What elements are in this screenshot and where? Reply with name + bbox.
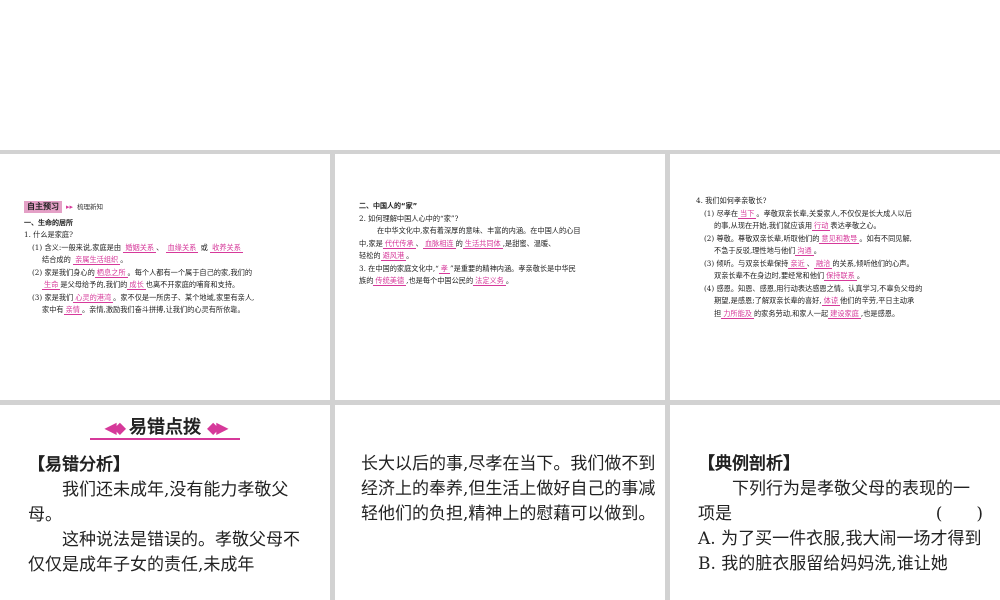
- answer-blank: 血缘关系: [165, 242, 199, 253]
- option-b: B. 我的脏衣服留给妈妈洗,谁让她: [698, 554, 948, 574]
- text-line: 生命 是父母给予的,我们的 成长 也离不开家庭的哺育和支持。: [42, 280, 240, 290]
- text-line: 担力所能及 的家务劳动,和家人一起 建设家庭 ,也是感恩。: [714, 308, 900, 319]
- text-line: (3) 倾听。与双亲长辈保持 亲近、融洽 的关系,倾听他们的心声。: [704, 258, 914, 269]
- answer-blank: 栖息之所: [94, 267, 128, 278]
- answer-blank: 亲近: [788, 258, 807, 269]
- preview-tag: 自主预习: [24, 201, 62, 214]
- answer-blank: 传统美德: [373, 276, 407, 286]
- answer-blank: 融洽: [813, 258, 833, 269]
- section-heading: 【易错分析】: [28, 455, 130, 475]
- text-line: 族的 传统美德 ,也是每个中国公民的 法定义务。: [359, 276, 514, 286]
- answer-blank: 力所能及: [721, 308, 754, 319]
- ribbon-banner: ◀◆ 易错点拨 ◆▶: [90, 414, 240, 440]
- question: 3. 在中国的家庭文化中,“ 孝 ”是重要的精神内涵。孝亲敬长是中华民: [359, 263, 576, 274]
- text-line: (2) 家是我们身心的 栖息之所 。每个人都有一个属于自己的家,我们的: [32, 267, 253, 278]
- answer-blank: 收养关系: [210, 242, 243, 253]
- question: 4. 我们如何孝亲敬长?: [696, 196, 767, 205]
- answer-blank: 保持联系: [824, 271, 857, 281]
- paragraph: 我们还未成年,没有能力孝敬父母。: [28, 480, 289, 525]
- option-a: A. 为了买一件衣服,我大闹一场才得到: [698, 529, 982, 549]
- answer-blank: 建设家庭: [828, 308, 861, 319]
- ribbon-underline: [90, 438, 240, 440]
- paragraph: 长大以后的事,尽孝在当下。我们做不到经济上的奉养,但生活上做好自己的事减轻他们的…: [361, 454, 656, 524]
- section-heading: 【典例剖析】: [698, 454, 800, 474]
- double-arrow-icon: ▸▸: [66, 203, 74, 211]
- answer-paren: ( ): [935, 504, 983, 524]
- answer-blank: 心灵的港湾: [73, 292, 114, 303]
- panel-preview-family: 自主预习 ▸▸ 梳理新知 一、生命的居所 1. 什么是家庭? (1) 含义:一般…: [0, 154, 330, 400]
- panel-example-analysis: 【典例剖析】 下列行为是孝敬父母的表现的一项是 ( ) A. 为了买一件衣服,我…: [670, 405, 1000, 600]
- panel-chinese-home: 二、中国人的“家” 2. 如何理解中国人心中的“家”? 在中华文化中,家有着深厚…: [335, 154, 665, 400]
- blank-top-area: [0, 0, 1000, 150]
- answer-blank: 体谅: [821, 296, 841, 306]
- answer-blank: 亲情: [63, 305, 82, 315]
- text-line: 期望,是感恩;了解双亲长辈的喜好, 体谅 他们的辛劳,平日主动承: [714, 296, 915, 306]
- answer-blank: 代代传承: [382, 238, 416, 249]
- text-line: (4) 感恩。知恩、感恩,用行动表达感恩之情。认真学习,不辜负父母的: [704, 283, 923, 293]
- answer-blank: 亲属生活组织: [73, 255, 121, 265]
- answer-blank: 意见和教导: [819, 233, 860, 244]
- answer-blank: 避风港: [380, 251, 407, 261]
- section-title: 二、中国人的“家”: [359, 202, 418, 210]
- text-line: 家中有 亲情 。亲情,激励我们奋斗拼搏,让我们的心灵有所依靠。: [42, 305, 245, 315]
- answer-blank: 当下: [738, 208, 757, 219]
- answer-blank: 法定义务: [473, 276, 506, 286]
- answer-blank: 生命: [42, 280, 61, 290]
- text-line: 在中华文化中,家有着深厚的意味、丰富的内涵。在中国人的心目: [377, 226, 581, 235]
- answer-blank: 婚姻关系: [123, 242, 157, 253]
- right-arrow-deco-icon: ◆▶: [207, 417, 229, 437]
- left-arrow-deco-icon: ◀◆: [104, 417, 126, 437]
- question: 2. 如何理解中国人心中的“家”?: [359, 213, 459, 223]
- preview-tag-row: 自主预习 ▸▸ 梳理新知: [24, 201, 254, 214]
- text-line: (1) 尽孝在 当下 。孝敬双亲长辈,关爱家人,不仅仅是长大成人以后: [704, 208, 912, 219]
- text-line: 的事,从现在开始,我们就应该用 行动 表达孝敬之心。: [714, 221, 881, 231]
- paragraph: 这种说法是错误的。孝敬父母不仅仅是成年子女的责任,未成年: [28, 530, 300, 575]
- text-line: (2) 尊敬。尊敬双亲长辈,听取他们的 意见和教导 。如有不同见解,: [704, 233, 912, 244]
- text-line: 不急于反驳,理性地与他们 沟通。: [714, 246, 821, 256]
- answer-blank: 孝: [438, 263, 450, 274]
- preview-tag-note: 梳理新知: [77, 203, 104, 211]
- text-line: (1) 含义:一般来说,家庭是由 婚姻关系、 血缘关系 或 收养关系: [32, 242, 243, 253]
- text-line: 轻松的 避风港。: [359, 251, 414, 261]
- ribbon-title: 易错点拨: [129, 416, 201, 438]
- question: 1. 什么是家庭?: [24, 230, 73, 239]
- question-stem: 下列行为是孝敬父母的表现的一项是 ( ): [698, 477, 983, 527]
- text-line: (3) 家是我们 心灵的港湾 。家不仅是一所房子、某个地域,家里有亲人,: [32, 292, 255, 303]
- answer-blank: 沟通: [795, 246, 814, 256]
- text-line: 中,家是 代代传承、血脉相连的生活共同体 ,是甜蜜、温暖、: [359, 238, 556, 249]
- section-title: 一、生命的居所: [24, 218, 73, 227]
- panel-filial-piety: 4. 我们如何孝亲敬长? (1) 尽孝在 当下 。孝敬双亲长辈,关爱家人,不仅仅是长…: [670, 154, 1000, 400]
- text-line: 双亲长辈不在身边时,要经常和他们 保持联系。: [714, 271, 865, 281]
- answer-blank: 生活共同体: [462, 238, 503, 249]
- answer-blank: 成长: [127, 280, 146, 290]
- panel-continued-text: 长大以后的事,尽孝在当下。我们做不到经济上的奉养,但生活上做好自己的事减轻他们的…: [335, 405, 665, 600]
- panel-error-tips: ◀◆ 易错点拨 ◆▶ 【易错分析】 我们还未成年,没有能力孝敬父母。 这种说法是…: [0, 405, 330, 600]
- text-line: 结合成的 亲属生活组织。: [42, 255, 128, 265]
- answer-blank: 血脉相连: [422, 238, 456, 249]
- answer-blank: 行动: [812, 221, 831, 231]
